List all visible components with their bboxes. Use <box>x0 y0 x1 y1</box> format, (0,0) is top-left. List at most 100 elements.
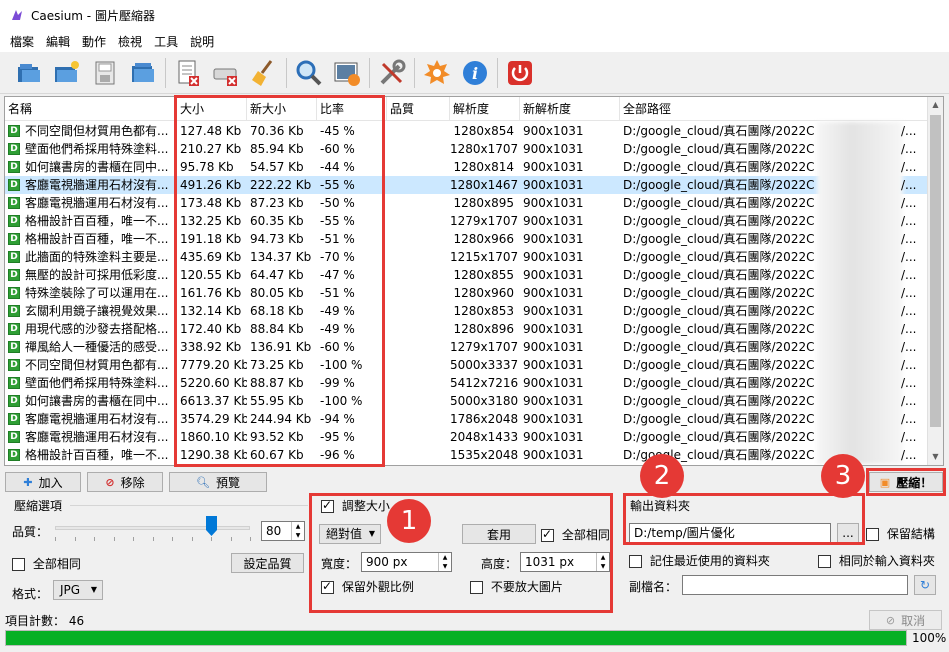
save-icon[interactable] <box>88 56 122 90</box>
table-row[interactable]: D 客廳電視牆運用石材沒有... 1860.10 Kb 93.52 Kb -95 % 20… <box>5 428 930 446</box>
remember-last-folder[interactable]: 記住最近使用的資料夾 <box>629 552 770 569</box>
table-row[interactable]: D 客廳電視牆運用石材沒有... 3574.29 Kb 244.94 Kb -94 % 1… <box>5 410 930 428</box>
ratio-cell: -100 % <box>320 394 363 408</box>
settings-tools-icon[interactable] <box>375 56 409 90</box>
remove-item-icon[interactable] <box>171 56 205 90</box>
table-row[interactable]: D 格柵設計百百種，唯一不... 1290.38 Kb 60.67 Kb -96 % 15… <box>5 446 930 464</box>
new-size-cell: 60.67 Kb <box>250 448 304 462</box>
compress-button[interactable]: ▣ 壓縮！ <box>869 472 943 492</box>
save-all-icon[interactable] <box>126 56 160 90</box>
table-row[interactable]: D 不同空間但材質用色都有... 7779.20 Kb 73.25 Kb -100 % 5… <box>5 356 930 374</box>
cancel-button[interactable]: ⊘ 取消 <box>869 610 942 630</box>
file-name-cell: D 客廳電視牆運用石材沒有... <box>5 410 177 428</box>
file-status-icon: D <box>8 197 20 209</box>
clear-list-icon[interactable] <box>209 56 243 90</box>
resize-enable-checkbox[interactable] <box>321 498 334 513</box>
no-enlarge[interactable]: 不要放大圖片 <box>470 578 563 595</box>
same-as-input-checkbox[interactable] <box>818 555 831 568</box>
table-row[interactable]: D 如何讓書房的書櫃在同中... 95.78 Kb 54.57 Kb -44 % 1280… <box>5 158 930 176</box>
preview-image-icon[interactable] <box>330 56 364 90</box>
table-row[interactable]: D 壁面他們希採用特殊塗料... 5220.60 Kb 88.87 Kb -99 % 54… <box>5 374 930 392</box>
scroll-up-icon[interactable]: ▲ <box>928 97 943 113</box>
format-select[interactable]: JPG ▼ <box>53 580 103 600</box>
keep-aspect-ratio-checkbox[interactable] <box>321 579 334 594</box>
suffix-input[interactable] <box>682 575 908 595</box>
size-cell: 127.48 Kb <box>180 124 242 138</box>
table-row[interactable]: D 玄關利用鏡子讓視覺效果... 132.14 Kb 68.18 Kb -49 % 128… <box>5 302 930 320</box>
quality-slider-thumb[interactable] <box>206 516 217 536</box>
quality-slider[interactable] <box>55 526 250 530</box>
keep-structure[interactable]: 保留結構 <box>866 525 935 542</box>
resize-same-for-all[interactable]: 全部相同 <box>541 526 610 543</box>
table-row[interactable]: D 客廳電視牆運用石材沒有... 491.26 Kb 222.22 Kb -55 % 12… <box>5 176 930 194</box>
same-as-input[interactable]: 相同於輸入資料夾 <box>818 552 935 569</box>
spin-arrows-icon[interactable]: ▲ ▼ <box>596 553 609 571</box>
add-button[interactable]: ✚ 加入 <box>5 472 81 492</box>
apply-button[interactable]: 套用 <box>462 524 536 544</box>
resize-same-for-all-checkbox[interactable] <box>541 527 554 542</box>
spin-arrows-icon[interactable]: ▲ ▼ <box>291 522 304 540</box>
scroll-thumb[interactable] <box>930 115 941 427</box>
no-enlarge-checkbox[interactable] <box>470 581 483 594</box>
table-row[interactable]: D 無壓的設計可採用低彩度... 120.55 Kb 64.47 Kb -47 % 128… <box>5 266 930 284</box>
exit-icon[interactable] <box>503 56 537 90</box>
suffix-reset-button[interactable]: ↻ <box>914 575 936 595</box>
table-row[interactable]: D 不同空間但材質用色都有... 127.48 Kb 70.36 Kb -45 % 128… <box>5 122 930 140</box>
column-header-quality[interactable]: 品質 <box>387 97 450 121</box>
remove-button[interactable]: ⊘ 移除 <box>87 472 163 492</box>
menu-action[interactable]: 動作 <box>76 33 112 50</box>
column-header-name[interactable]: 名稱 <box>5 97 177 121</box>
table-row[interactable]: D 用現代感的沙發去搭配格... 172.40 Kb 88.84 Kb -49 % 128… <box>5 320 930 338</box>
table-row[interactable]: D 客廳電視牆運用石材沒有... 173.48 Kb 87.23 Kb -50 % 128… <box>5 194 930 212</box>
set-quality-button[interactable]: 設定品質 <box>231 553 304 573</box>
menu-tools[interactable]: 工具 <box>148 33 184 50</box>
column-header-size[interactable]: 大小 <box>177 97 247 121</box>
keep-structure-checkbox[interactable] <box>866 528 879 541</box>
open-folder-icon[interactable] <box>50 56 84 90</box>
column-header-new-resolution[interactable]: 新解析度 <box>520 97 620 121</box>
table-row[interactable]: D 此牆面的特殊塗料主要是... 435.69 Kb 134.37 Kb -70 % 12… <box>5 248 930 266</box>
file-status-icon: D <box>8 395 20 407</box>
scroll-down-icon[interactable]: ▼ <box>928 449 943 465</box>
quality-spinbox[interactable]: 80 ▲ ▼ <box>261 521 305 541</box>
ratio-cell: -49 % <box>320 304 355 318</box>
resize-enable[interactable]: 調整大小 <box>321 497 390 514</box>
table-row[interactable]: D 如何讓書房的書櫃在同中... 6613.37 Kb 55.95 Kb -100 % 5… <box>5 392 930 410</box>
file-status-icon: D <box>8 413 20 425</box>
info-icon[interactable]: i <box>458 56 492 90</box>
open-file-icon[interactable] <box>12 56 46 90</box>
table-row[interactable]: D 格柵設計百百種，唯一不... 132.25 Kb 60.35 Kb -55 % 127… <box>5 212 930 230</box>
new-resolution-cell: 900x1031 <box>523 358 584 372</box>
spin-arrows-icon[interactable]: ▲ ▼ <box>438 553 451 571</box>
file-list-table[interactable]: 名稱 大小 新大小 比率 品質 解析度 新解析度 全部路徑 D 不同空間但材質用色… <box>4 96 944 466</box>
table-row[interactable]: D 禪風給人一種優活的感受... 338.92 Kb 136.91 Kb -60 % 12… <box>5 338 930 356</box>
column-header-ratio[interactable]: 比率 <box>317 97 387 121</box>
table-row[interactable]: D 格柵設計百百種，唯一不... 191.18 Kb 94.73 Kb -51 % 128… <box>5 230 930 248</box>
quality-same-for-all-checkbox[interactable] <box>12 558 25 571</box>
quality-same-for-all[interactable]: 全部相同 <box>12 555 81 572</box>
ratio-cell: -49 % <box>320 322 355 336</box>
broom-clean-icon[interactable] <box>247 56 281 90</box>
output-folder-input[interactable]: D:/temp/圖片優化 <box>629 523 831 543</box>
width-spinbox[interactable]: 900 px ▲ ▼ <box>361 552 452 572</box>
table-row[interactable]: D 壁面他們希採用特殊塗料... 210.27 Kb 85.94 Kb -60 % 128… <box>5 140 930 158</box>
preview-button[interactable]: 🔍︎ 預覽 <box>169 472 267 492</box>
update-icon[interactable] <box>420 56 454 90</box>
browse-button[interactable]: ... <box>837 523 859 543</box>
menu-view[interactable]: 檢視 <box>112 33 148 50</box>
resolution-cell: 1280x854 <box>453 124 514 138</box>
search-icon[interactable] <box>292 56 326 90</box>
menu-file[interactable]: 檔案 <box>4 33 40 50</box>
vertical-scrollbar[interactable]: ▲ ▼ <box>927 97 943 465</box>
ratio-cell: -99 % <box>320 376 355 390</box>
resize-mode-select[interactable]: 絕對值 ▼ <box>319 524 381 544</box>
column-header-new-size[interactable]: 新大小 <box>247 97 317 121</box>
height-spinbox[interactable]: 1031 px ▲ ▼ <box>520 552 610 572</box>
column-header-full-path[interactable]: 全部路徑 <box>620 97 930 121</box>
menu-help[interactable]: 說明 <box>184 33 220 50</box>
table-row[interactable]: D 特殊塗裝除了可以運用在... 161.76 Kb 80.05 Kb -51 % 128… <box>5 284 930 302</box>
remember-last-folder-checkbox[interactable] <box>629 555 642 568</box>
menu-edit[interactable]: 編輯 <box>40 33 76 50</box>
column-header-resolution[interactable]: 解析度 <box>450 97 520 121</box>
keep-aspect-ratio[interactable]: 保留外觀比例 <box>321 578 414 595</box>
